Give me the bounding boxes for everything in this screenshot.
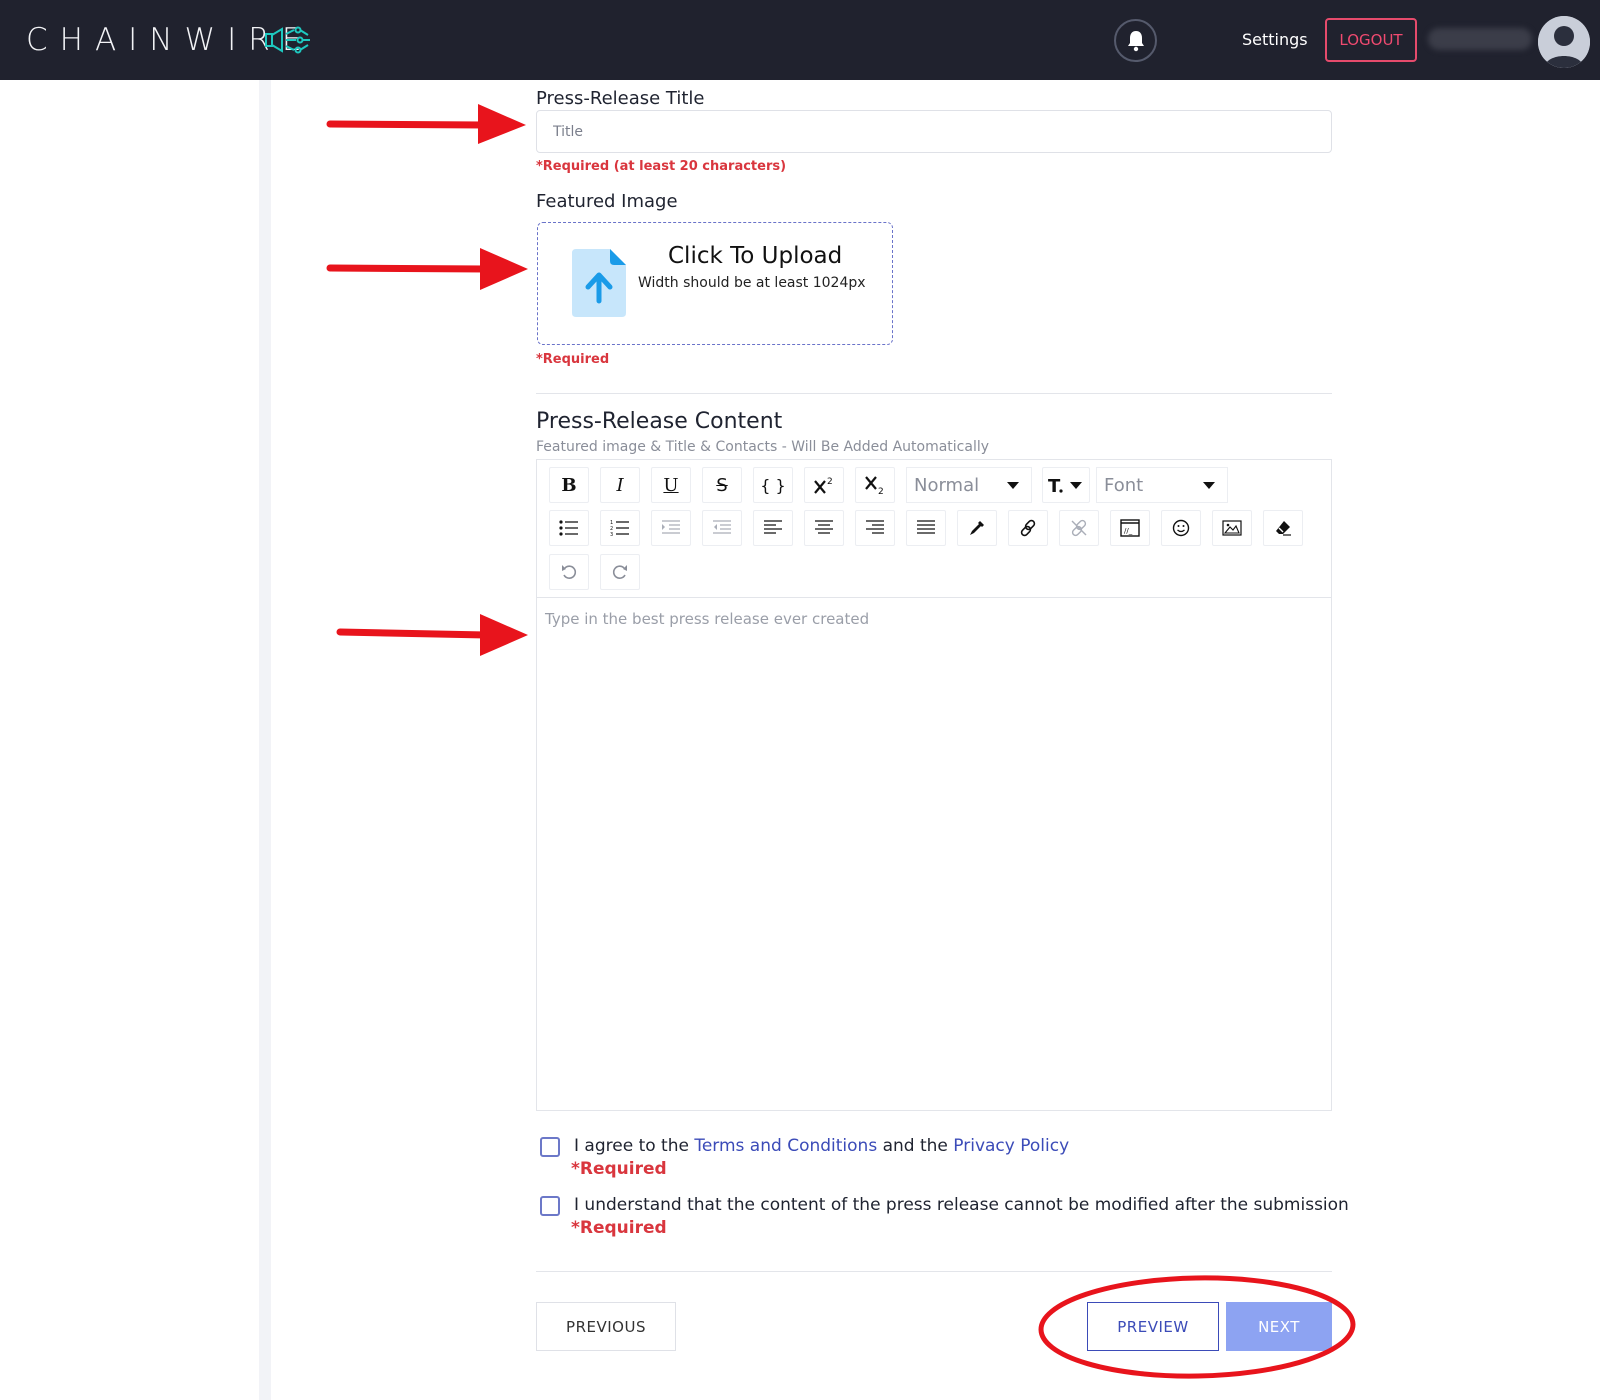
editor-placeholder: Type in the best press release ever crea…	[545, 610, 870, 628]
eyedropper-icon	[970, 521, 984, 535]
svg-text:T: T	[1048, 476, 1061, 495]
emoji-button[interactable]	[1161, 510, 1201, 546]
bell-icon	[1127, 30, 1144, 51]
content-title: Press-Release Content	[536, 409, 783, 434]
title-label: Press-Release Title	[536, 88, 705, 109]
italic-button[interactable]: I	[600, 467, 640, 503]
top-navbar: CHAINWIRE Settings LOGOUT	[0, 0, 1600, 80]
upload-title: Click To Upload	[668, 243, 843, 269]
subscript-button[interactable]: 2	[855, 467, 895, 503]
arrow-to-title-annotation	[326, 104, 526, 144]
align-justify-button[interactable]	[906, 510, 946, 546]
bullet-list-button[interactable]	[549, 510, 589, 546]
avatar[interactable]	[1538, 16, 1590, 68]
font-size-button[interactable]: T	[1042, 467, 1090, 503]
outdent-icon	[713, 520, 731, 534]
agree-mid-text: and the	[877, 1136, 954, 1156]
svg-text://_: //_	[1124, 527, 1133, 535]
section-divider	[536, 393, 1332, 394]
understand-checkbox[interactable]	[540, 1196, 560, 1216]
svg-text:3: 3	[610, 532, 613, 536]
embed-icon: //_	[1120, 519, 1140, 537]
subscript-icon: 2	[865, 476, 884, 495]
bold-button[interactable]: B	[549, 467, 589, 503]
align-justify-icon	[917, 520, 935, 534]
editor-toolbar: B I U S { } 2 2 Normal T Font 123 //_	[537, 460, 1331, 598]
embed-button[interactable]: //_	[1110, 510, 1150, 546]
redo-icon	[612, 565, 627, 579]
clear-format-button[interactable]	[1263, 510, 1303, 546]
superscript-button[interactable]: 2	[804, 467, 844, 503]
heading-select[interactable]: Normal	[906, 467, 1032, 503]
image-button[interactable]	[1212, 510, 1252, 546]
unlink-icon	[1071, 519, 1087, 537]
editor-content-area[interactable]: Type in the best press release ever crea…	[545, 610, 869, 628]
strikethrough-button[interactable]: S	[702, 467, 742, 503]
username-redacted	[1428, 28, 1532, 50]
link-icon	[1020, 519, 1036, 537]
title-required-note: *Required (at least 20 characters)	[536, 159, 787, 174]
ordered-list-button[interactable]: 123	[600, 510, 640, 546]
brand-logo-icon	[265, 26, 310, 54]
agree-prefix-text: I agree to the	[574, 1136, 695, 1156]
align-center-button[interactable]	[804, 510, 844, 546]
chevron-down-icon	[1007, 482, 1019, 489]
upload-hint: Width should be at least 1024px	[638, 275, 866, 291]
font-select-value: Font	[1104, 474, 1144, 496]
indent-icon	[662, 520, 680, 534]
link-button[interactable]	[1008, 510, 1048, 546]
ordered-list-icon: 123	[610, 520, 629, 536]
indent-button[interactable]	[651, 510, 691, 546]
align-left-icon	[764, 520, 782, 534]
content-subtitle: Featured image & Title & Contacts - Will…	[536, 439, 990, 455]
color-picker-button[interactable]	[957, 510, 997, 546]
upload-file-icon	[572, 249, 626, 317]
align-center-icon	[815, 520, 833, 534]
image-icon	[1222, 520, 1242, 536]
svg-text:2: 2	[878, 487, 884, 495]
superscript-icon: 2	[814, 477, 833, 494]
agree-terms-label: I agree to the Terms and Conditions and …	[574, 1136, 1069, 1156]
notifications-button[interactable]	[1114, 19, 1157, 62]
user-avatar-icon	[1538, 16, 1590, 68]
previous-button[interactable]: PREVIOUS	[536, 1302, 676, 1351]
title-input[interactable]	[536, 110, 1332, 153]
align-right-button[interactable]	[855, 510, 895, 546]
outdent-button[interactable]	[702, 510, 742, 546]
next-button[interactable]: NEXT	[1226, 1302, 1332, 1351]
featured-image-upload[interactable]: Click To Upload Width should be at least…	[537, 222, 893, 345]
agree-terms-checkbox[interactable]	[540, 1137, 560, 1157]
footer-divider	[536, 1271, 1332, 1272]
eraser-icon	[1276, 521, 1291, 536]
image-required-note: *Required	[536, 352, 610, 367]
heading-select-value: Normal	[914, 474, 980, 496]
font-select[interactable]: Font	[1096, 467, 1228, 503]
code-button[interactable]: { }	[753, 467, 793, 503]
arrow-to-content-annotation	[336, 614, 528, 656]
featured-image-label: Featured Image	[536, 191, 678, 212]
privacy-link[interactable]: Privacy Policy	[953, 1136, 1069, 1156]
align-right-icon	[866, 520, 884, 534]
emoji-icon	[1172, 519, 1190, 537]
undo-button[interactable]	[549, 554, 589, 590]
sidebar-divider	[259, 80, 271, 1400]
text-size-icon: T	[1048, 476, 1082, 495]
unlink-button[interactable]	[1059, 510, 1099, 546]
underline-button[interactable]: U	[651, 467, 691, 503]
terms-link[interactable]: Terms and Conditions	[694, 1136, 877, 1156]
bullet-list-icon	[559, 520, 578, 536]
logout-button[interactable]: LOGOUT	[1325, 18, 1417, 62]
chevron-down-icon	[1203, 482, 1215, 489]
rich-text-editor: B I U S { } 2 2 Normal T Font 123 //_ Ty…	[536, 459, 1332, 1111]
svg-text:2: 2	[827, 477, 833, 487]
understand-label: I understand that the content of the pre…	[574, 1195, 1349, 1215]
agree-required-note: *Required	[571, 1159, 667, 1179]
redo-button[interactable]	[600, 554, 640, 590]
align-left-button[interactable]	[753, 510, 793, 546]
arrow-to-image-annotation	[326, 248, 528, 290]
understand-required-note: *Required	[571, 1218, 667, 1238]
preview-button[interactable]: PREVIEW	[1087, 1302, 1219, 1351]
settings-link[interactable]: Settings	[1242, 30, 1308, 49]
undo-icon	[562, 565, 577, 579]
